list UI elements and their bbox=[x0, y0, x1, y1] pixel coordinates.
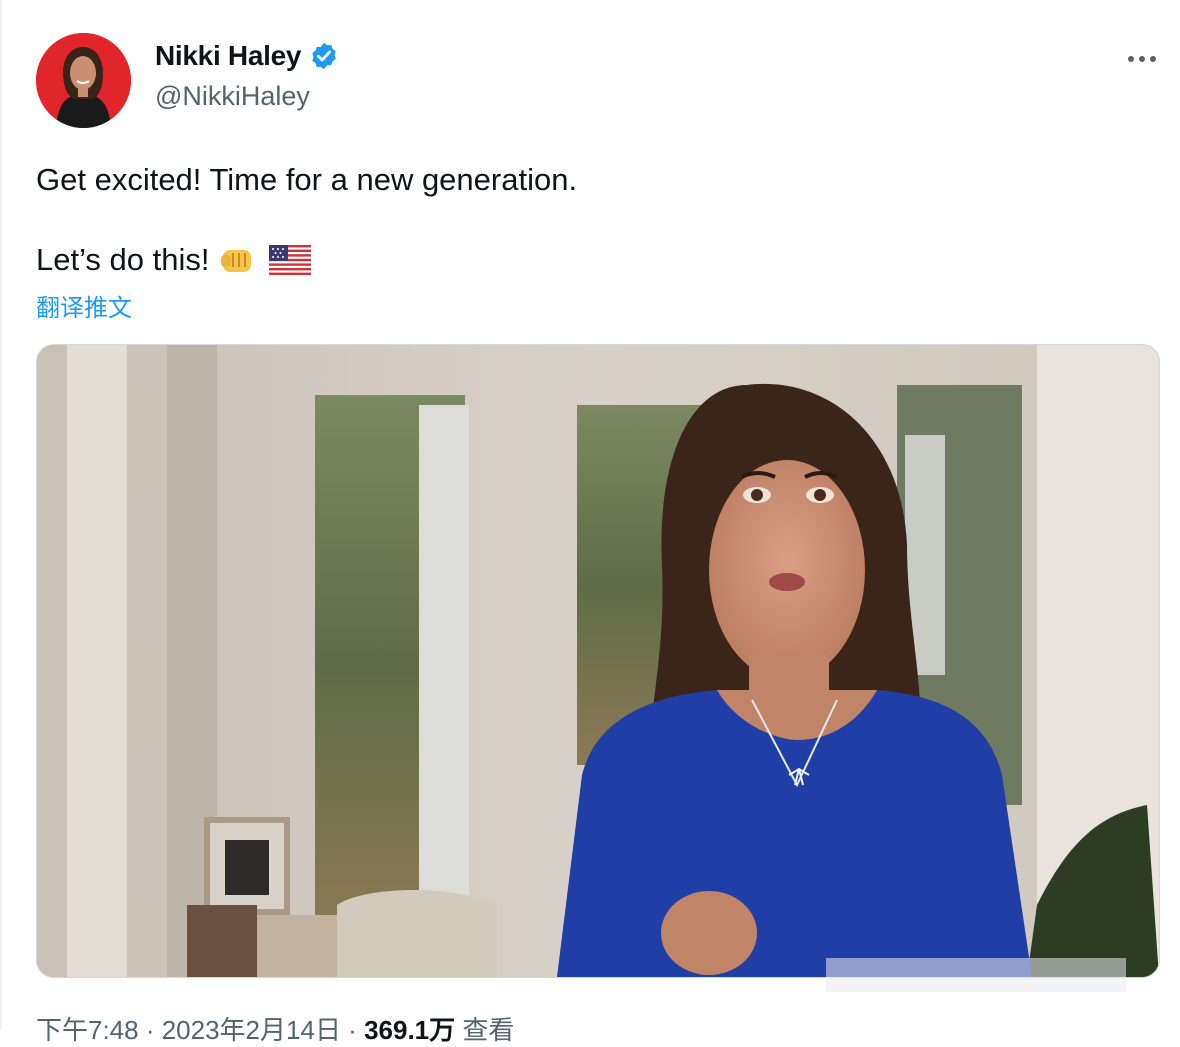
watermark-overlay bbox=[826, 958, 1126, 992]
meta-separator: · bbox=[340, 1015, 365, 1045]
more-horizontal-icon bbox=[1128, 56, 1156, 62]
avatar-image bbox=[36, 33, 131, 128]
tweet-video[interactable] bbox=[36, 344, 1160, 978]
tweet-time[interactable]: 下午7:48 bbox=[36, 1015, 139, 1045]
tweet-text-line2-row: Let’s do this! bbox=[36, 240, 312, 280]
author-handle[interactable]: @NikkiHaley bbox=[155, 81, 310, 112]
meta-separator: · bbox=[138, 1015, 162, 1045]
tweet-date[interactable]: 2023年2月14日 bbox=[162, 1015, 341, 1045]
oncoming-fist-icon bbox=[219, 243, 259, 277]
video-thumbnail bbox=[37, 345, 1159, 977]
more-options-button[interactable] bbox=[1122, 44, 1162, 74]
us-flag-icon bbox=[269, 245, 312, 275]
tweet-text-line1: Get excited! Time for a new generation. bbox=[36, 162, 578, 197]
avatar[interactable] bbox=[36, 33, 131, 128]
author-name-row[interactable]: Nikki Haley bbox=[155, 40, 339, 72]
translate-tweet-link[interactable]: 翻译推文 bbox=[36, 288, 132, 323]
verified-badge-icon[interactable] bbox=[309, 41, 339, 71]
views-label: 查看 bbox=[455, 1015, 515, 1045]
views-count: 369.1万 bbox=[364, 1015, 456, 1045]
timeline-border bbox=[0, 0, 2, 1029]
tweet-text-line2: Let’s do this! bbox=[36, 242, 210, 277]
display-name[interactable]: Nikki Haley bbox=[155, 40, 301, 72]
